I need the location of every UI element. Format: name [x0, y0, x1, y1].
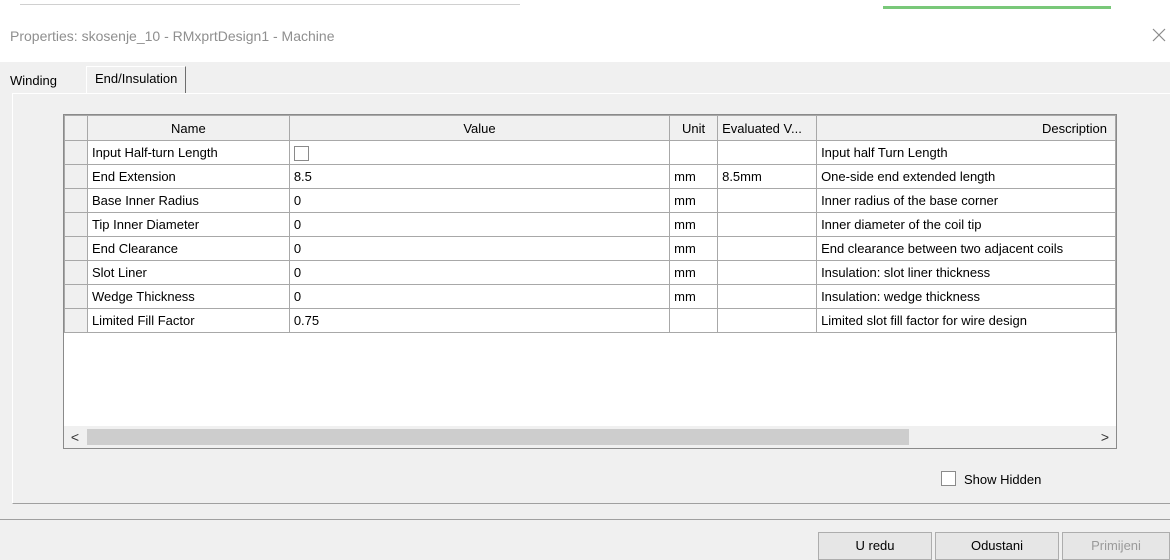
close-icon[interactable] — [1146, 22, 1170, 48]
column-header-value[interactable]: Value — [288, 115, 671, 141]
row-selector[interactable] — [64, 284, 88, 309]
tab-strip: Winding End/Insulation — [0, 62, 1170, 94]
property-description: End clearance between two adjacent coils — [816, 236, 1116, 261]
property-name: Wedge Thickness — [86, 284, 290, 309]
row-selector[interactable] — [64, 212, 88, 237]
property-value[interactable]: 0 — [288, 236, 671, 261]
property-value[interactable]: 0 — [288, 188, 671, 213]
table-row[interactable]: End Clearance 0 mm End clearance between… — [64, 236, 1116, 261]
property-evaluated — [717, 284, 818, 309]
show-hidden-option[interactable]: Show Hidden — [941, 471, 1041, 487]
property-evaluated — [717, 260, 818, 285]
horizontal-scrollbar[interactable]: < > — [64, 426, 1116, 448]
property-unit: mm — [669, 260, 719, 285]
property-unit: mm — [669, 164, 719, 189]
property-unit: mm — [669, 236, 719, 261]
column-header-unit[interactable]: Unit — [669, 115, 719, 141]
window-title: Properties: skosenje_10 - RMxprtDesign1 … — [10, 28, 335, 44]
properties-table: Name Value Unit Evaluated V... Descripti… — [64, 115, 1116, 333]
column-header-evaluated[interactable]: Evaluated V... — [717, 115, 818, 141]
property-description: Insulation: wedge thickness — [816, 284, 1116, 309]
property-description: Input half Turn Length — [816, 140, 1116, 165]
row-selector[interactable] — [64, 308, 88, 333]
table-row[interactable]: Slot Liner 0 mm Insulation: slot liner t… — [64, 260, 1116, 285]
property-description: Inner radius of the base corner — [816, 188, 1116, 213]
property-name: Base Inner Radius — [86, 188, 290, 213]
property-description: One-side end extended length — [816, 164, 1116, 189]
property-evaluated: 8.5mm — [717, 164, 818, 189]
scrollbar-thumb[interactable] — [87, 429, 909, 445]
row-selector[interactable] — [64, 260, 88, 285]
property-value[interactable]: 8.5 — [288, 164, 671, 189]
half-turn-checkbox[interactable] — [293, 145, 309, 161]
property-unit — [669, 140, 719, 165]
property-description: Inner diameter of the coil tip — [816, 212, 1116, 237]
column-header-description[interactable]: Description — [816, 115, 1116, 141]
tab-end-insulation[interactable]: End/Insulation — [86, 66, 187, 93]
row-selector[interactable] — [64, 188, 88, 213]
row-selector[interactable] — [64, 164, 88, 189]
ok-button[interactable]: U redu — [818, 532, 932, 560]
property-name: End Clearance — [86, 236, 290, 261]
property-unit: mm — [669, 188, 719, 213]
property-unit: mm — [669, 212, 719, 237]
property-description: Insulation: slot liner thickness — [816, 260, 1116, 285]
property-name: Input Half-turn Length — [86, 140, 290, 165]
property-value[interactable]: 0 — [288, 212, 671, 237]
cancel-button[interactable]: Odustani — [935, 532, 1059, 560]
property-description: Limited slot fill factor for wire design — [816, 308, 1116, 333]
dialog-footer: U redu Odustani Primijeni — [0, 519, 1170, 560]
property-name: Slot Liner — [86, 260, 290, 285]
properties-grid: Name Value Unit Evaluated V... Descripti… — [63, 114, 1117, 449]
property-value[interactable]: 0 — [288, 284, 671, 309]
table-row[interactable]: Limited Fill Factor 0.75 Limited slot fi… — [64, 308, 1116, 333]
top-divider — [20, 4, 520, 5]
progress-accent — [883, 6, 1111, 9]
show-hidden-checkbox[interactable] — [941, 471, 956, 486]
table-row[interactable]: Tip Inner Diameter 0 mm Inner diameter o… — [64, 212, 1116, 237]
property-name: End Extension — [86, 164, 290, 189]
property-name: Limited Fill Factor — [86, 308, 290, 333]
property-value[interactable]: 0 — [288, 260, 671, 285]
property-unit — [669, 308, 719, 333]
table-row[interactable]: Wedge Thickness 0 mm Insulation: wedge t… — [64, 284, 1116, 309]
row-selector-header — [64, 115, 88, 141]
property-value[interactable]: 0.75 — [288, 308, 671, 333]
scroll-left-icon[interactable]: < — [64, 426, 86, 448]
property-evaluated — [717, 308, 818, 333]
property-evaluated — [717, 212, 818, 237]
row-selector[interactable] — [64, 140, 88, 165]
top-edge — [0, 0, 1170, 10]
tab-winding[interactable]: Winding — [7, 70, 60, 92]
table-header-row: Name Value Unit Evaluated V... Descripti… — [64, 115, 1116, 141]
property-evaluated — [717, 140, 818, 165]
property-evaluated — [717, 236, 818, 261]
property-unit: mm — [669, 284, 719, 309]
show-hidden-label[interactable]: Show Hidden — [964, 472, 1041, 487]
scroll-right-icon[interactable]: > — [1094, 426, 1116, 448]
title-bar: Properties: skosenje_10 - RMxprtDesign1 … — [0, 10, 1170, 62]
column-header-name[interactable]: Name — [86, 115, 290, 141]
property-value-checkbox-cell[interactable] — [288, 140, 671, 165]
apply-button[interactable]: Primijeni — [1062, 532, 1170, 560]
property-evaluated — [717, 188, 818, 213]
table-row[interactable]: Input Half-turn Length Input half Turn L… — [64, 140, 1116, 165]
property-name: Tip Inner Diameter — [86, 212, 290, 237]
row-selector[interactable] — [64, 236, 88, 261]
table-row[interactable]: End Extension 8.5 mm 8.5mm One-side end … — [64, 164, 1116, 189]
table-row[interactable]: Base Inner Radius 0 mm Inner radius of t… — [64, 188, 1116, 213]
